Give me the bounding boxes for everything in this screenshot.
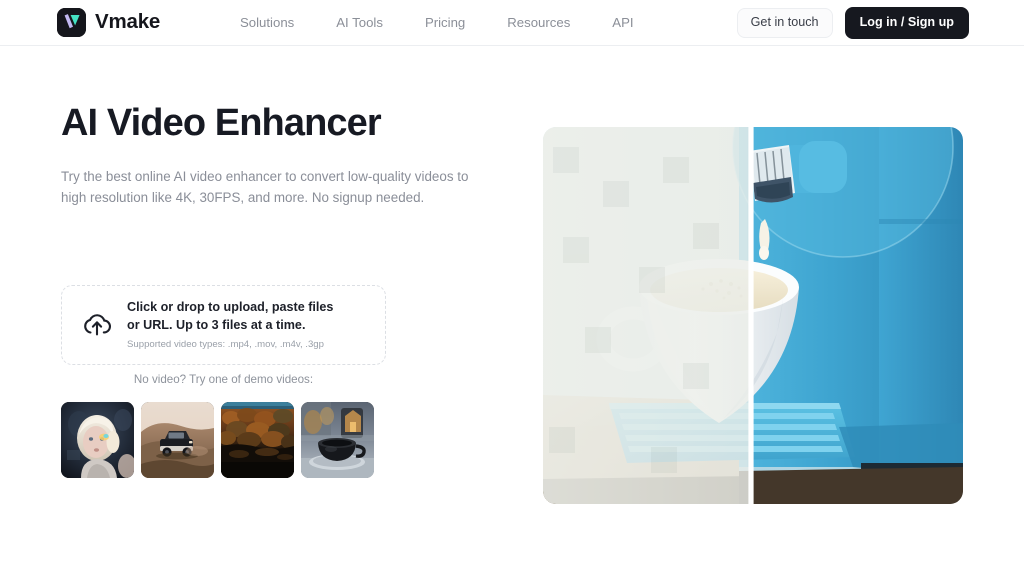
- main-nav: Solutions AI Tools Pricing Resources API: [240, 0, 634, 46]
- brand-logo[interactable]: Vmake: [57, 8, 160, 37]
- main-content: AI Video Enhancer Try the best online AI…: [0, 46, 1024, 576]
- get-in-touch-button[interactable]: Get in touch: [736, 8, 833, 38]
- hero-left-column: AI Video Enhancer Try the best online AI…: [61, 102, 491, 478]
- nav-item-pricing[interactable]: Pricing: [425, 16, 465, 29]
- header-actions: Get in touch Log in / Sign up: [736, 0, 969, 46]
- vmake-logo-icon: [57, 8, 86, 37]
- demo-thumb-portrait-child[interactable]: [61, 402, 134, 478]
- nav-item-resources[interactable]: Resources: [507, 16, 570, 29]
- upload-headline: Click or drop to upload, paste files or …: [127, 300, 334, 332]
- upload-dropzone[interactable]: Click or drop to upload, paste files or …: [61, 285, 386, 366]
- nav-item-api[interactable]: API: [612, 16, 633, 29]
- upload-text-group: Click or drop to upload, paste files or …: [127, 299, 347, 351]
- before-after-comparison-image[interactable]: [543, 127, 963, 504]
- demo-videos-label: No video? Try one of demo videos:: [133, 373, 314, 386]
- cloud-upload-icon: [80, 309, 113, 342]
- demo-thumb-autumn-landscape[interactable]: [221, 402, 294, 478]
- upload-supported-types: Supported video types: .mp4, .mov, .m4v,…: [127, 338, 324, 350]
- demo-thumb-coffee-cup[interactable]: [301, 402, 374, 478]
- page-title: AI Video Enhancer: [61, 102, 382, 144]
- site-header: Vmake Solutions AI Tools Pricing Resourc…: [0, 0, 1024, 46]
- demo-thumb-desert-car[interactable]: [141, 402, 214, 478]
- demo-videos-row: [61, 402, 374, 478]
- brand-name: Vmake: [95, 10, 161, 34]
- login-signup-button[interactable]: Log in / Sign up: [844, 7, 969, 39]
- nav-item-solutions[interactable]: Solutions: [240, 16, 294, 29]
- page-subtitle: Try the best online AI video enhancer to…: [61, 168, 469, 206]
- nav-item-ai-tools[interactable]: AI Tools: [336, 16, 383, 29]
